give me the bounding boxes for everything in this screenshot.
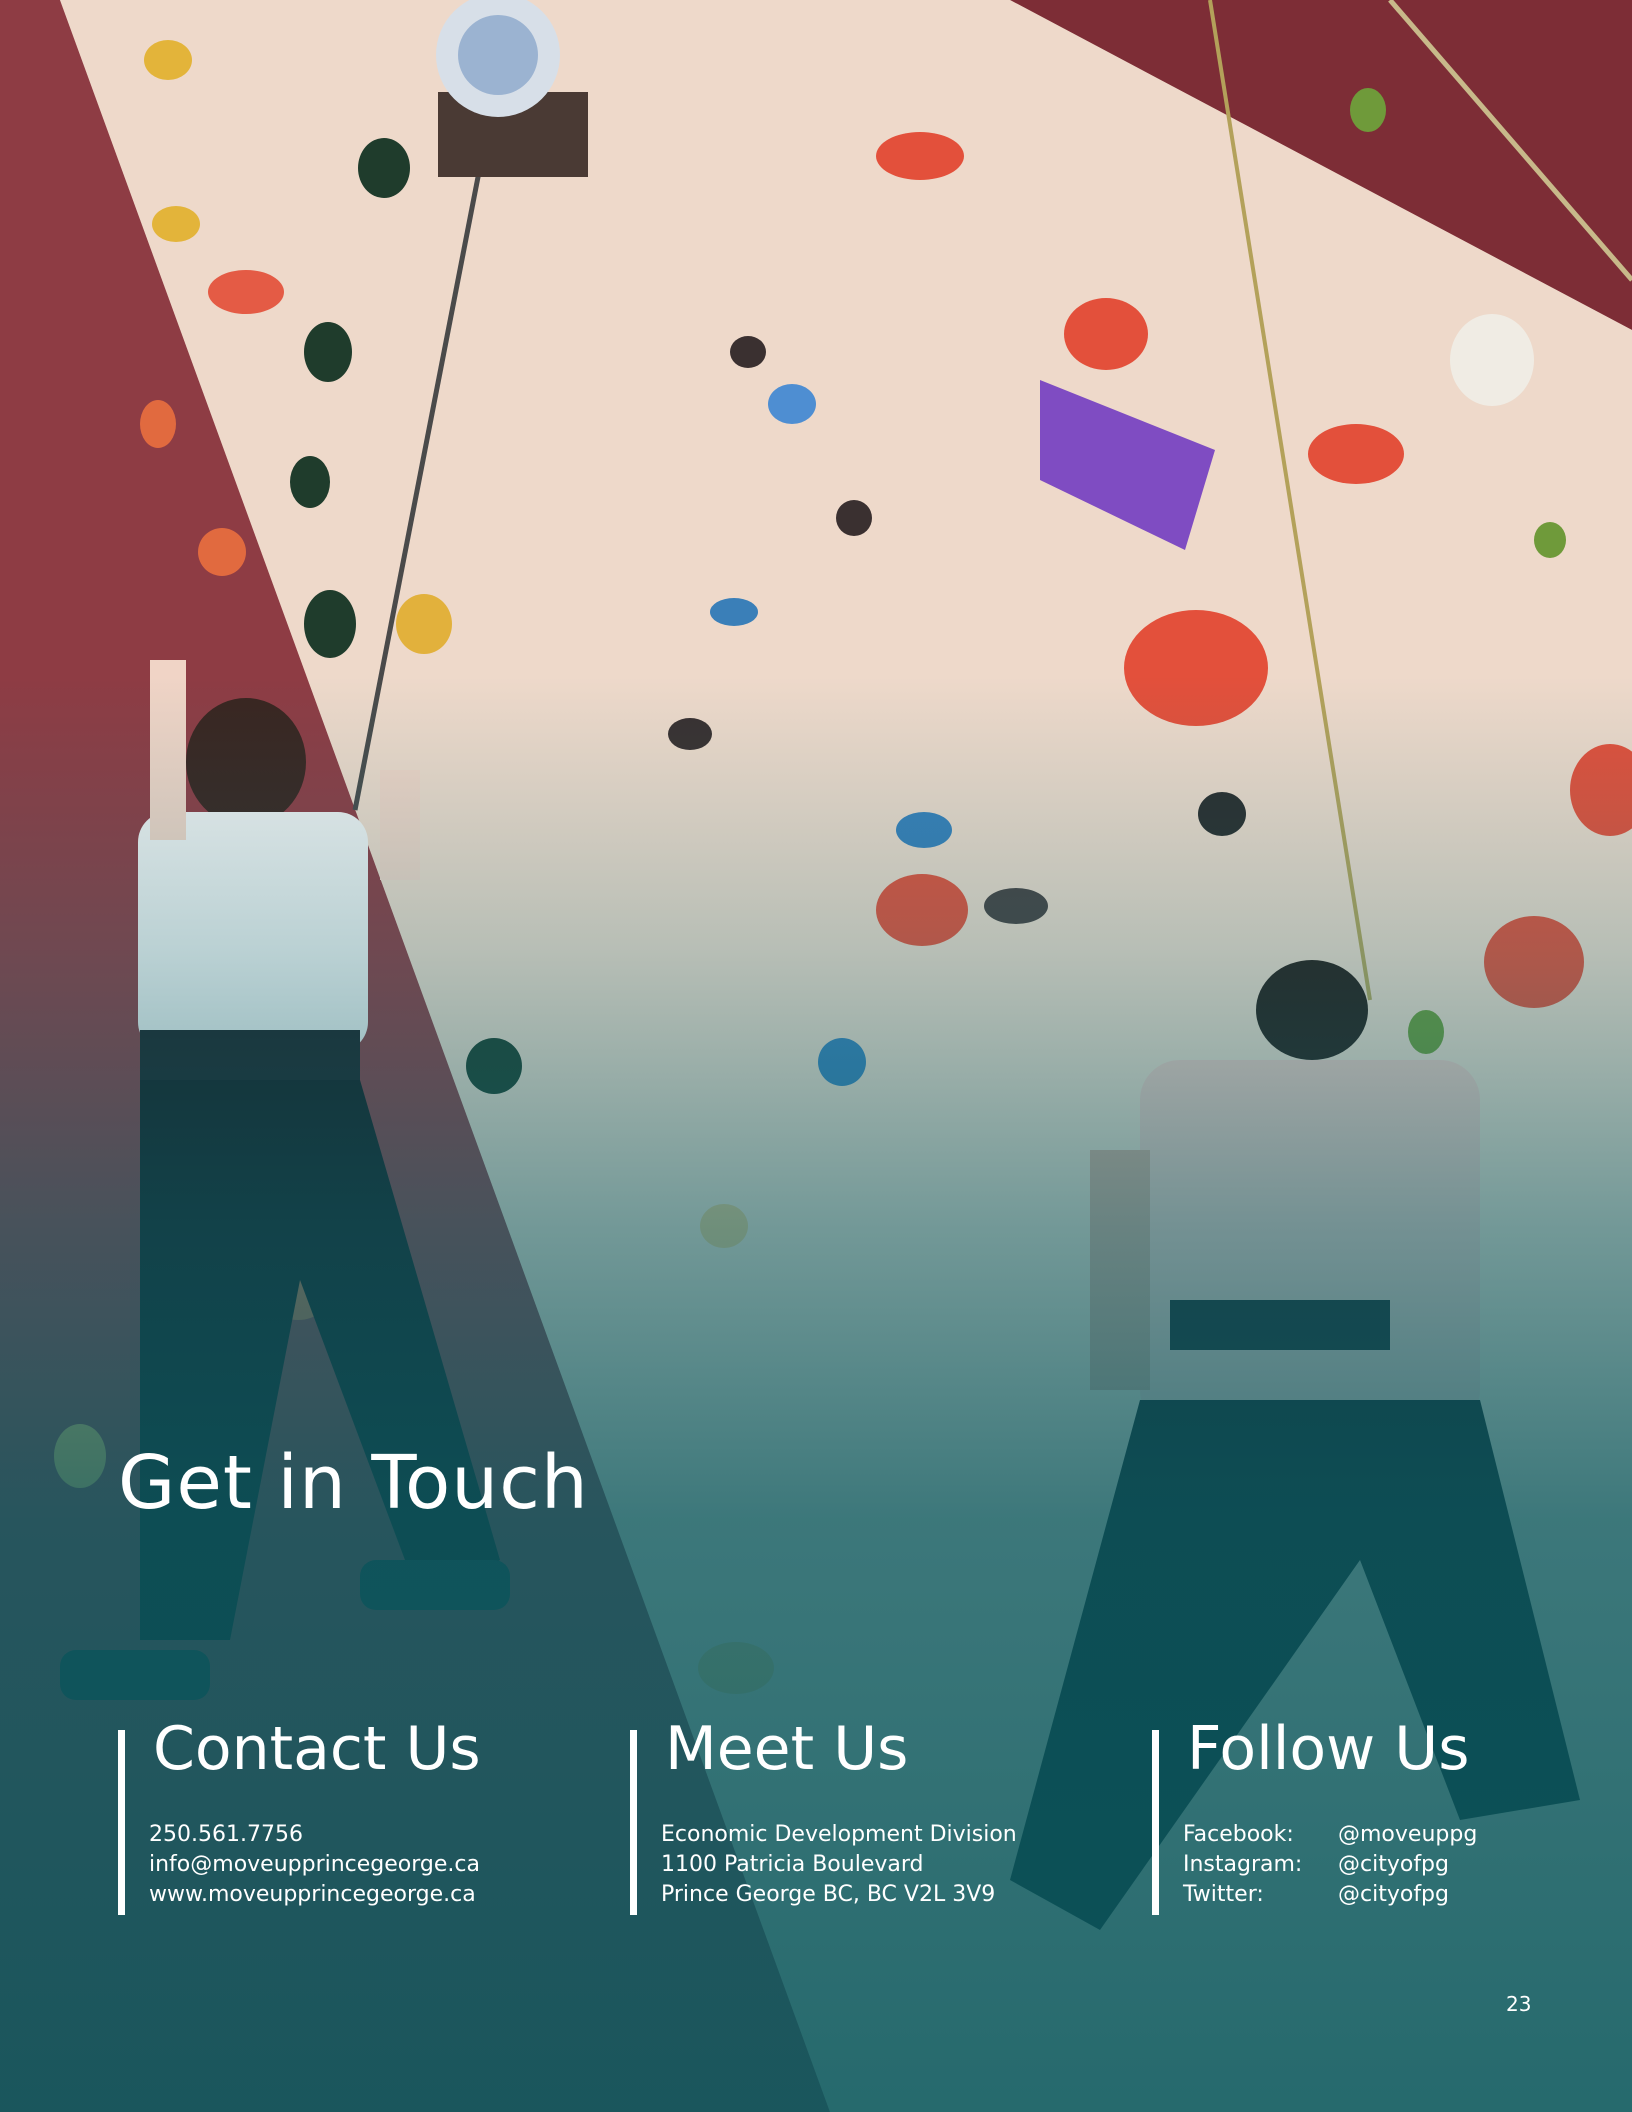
contact-phone: 250.561.7756 — [149, 1822, 303, 1847]
follow-us-column: Follow Us Facebook: @moveuppg Instagram:… — [1152, 1714, 1592, 1915]
social-handle: @cityofpg — [1338, 1882, 1449, 1907]
contact-website: www.moveupprincegeorge.ca — [149, 1882, 476, 1907]
follow-us-heading: Follow Us — [1187, 1714, 1470, 1784]
page-number: 23 — [1506, 1992, 1532, 2016]
social-handle: @moveuppg — [1338, 1822, 1478, 1847]
contact-details: 250.561.7756 info@moveupprincegeorge.ca … — [149, 1820, 480, 1910]
page-headline: Get in Touch — [118, 1440, 589, 1526]
social-item-facebook: Facebook: @moveuppg — [1183, 1820, 1477, 1850]
contact-us-heading: Contact Us — [153, 1714, 481, 1784]
meet-us-column: Meet Us Economic Development Division 11… — [630, 1714, 1130, 1915]
social-platform: Facebook: — [1183, 1822, 1294, 1847]
address-line-1: Economic Development Division — [661, 1822, 1017, 1847]
contact-email: info@moveupprincegeorge.ca — [149, 1852, 480, 1877]
social-item-twitter: Twitter: @cityofpg — [1183, 1880, 1477, 1910]
social-list: Facebook: @moveuppg Instagram: @cityofpg… — [1183, 1820, 1477, 1910]
social-platform: Twitter: — [1183, 1882, 1264, 1907]
address-line-3: Prince George BC, BC V2L 3V9 — [661, 1882, 996, 1907]
contact-us-column: Contact Us 250.561.7756 info@moveupprinc… — [118, 1714, 588, 1915]
meet-us-heading: Meet Us — [665, 1714, 909, 1784]
social-platform: Instagram: — [1183, 1852, 1303, 1877]
meet-address: Economic Development Division 1100 Patri… — [661, 1820, 1017, 1910]
social-handle: @cityofpg — [1338, 1852, 1449, 1877]
brochure-page: Get in Touch Contact Us 250.561.7756 inf… — [0, 0, 1632, 2112]
address-line-2: 1100 Patricia Boulevard — [661, 1852, 924, 1877]
social-item-instagram: Instagram: @cityofpg — [1183, 1850, 1477, 1880]
